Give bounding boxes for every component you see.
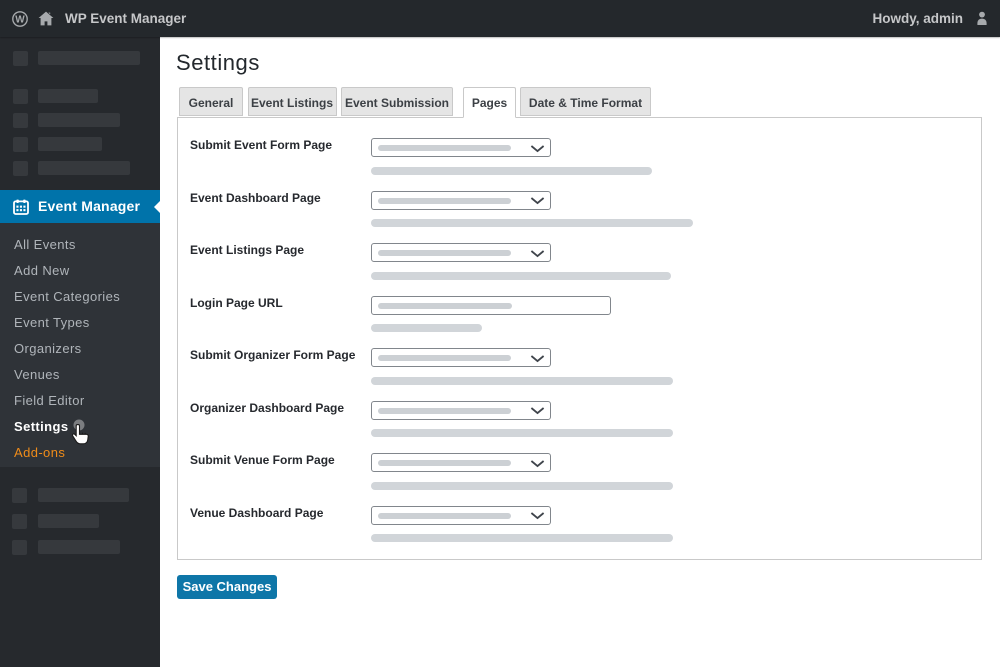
svg-text:W: W bbox=[15, 14, 25, 25]
